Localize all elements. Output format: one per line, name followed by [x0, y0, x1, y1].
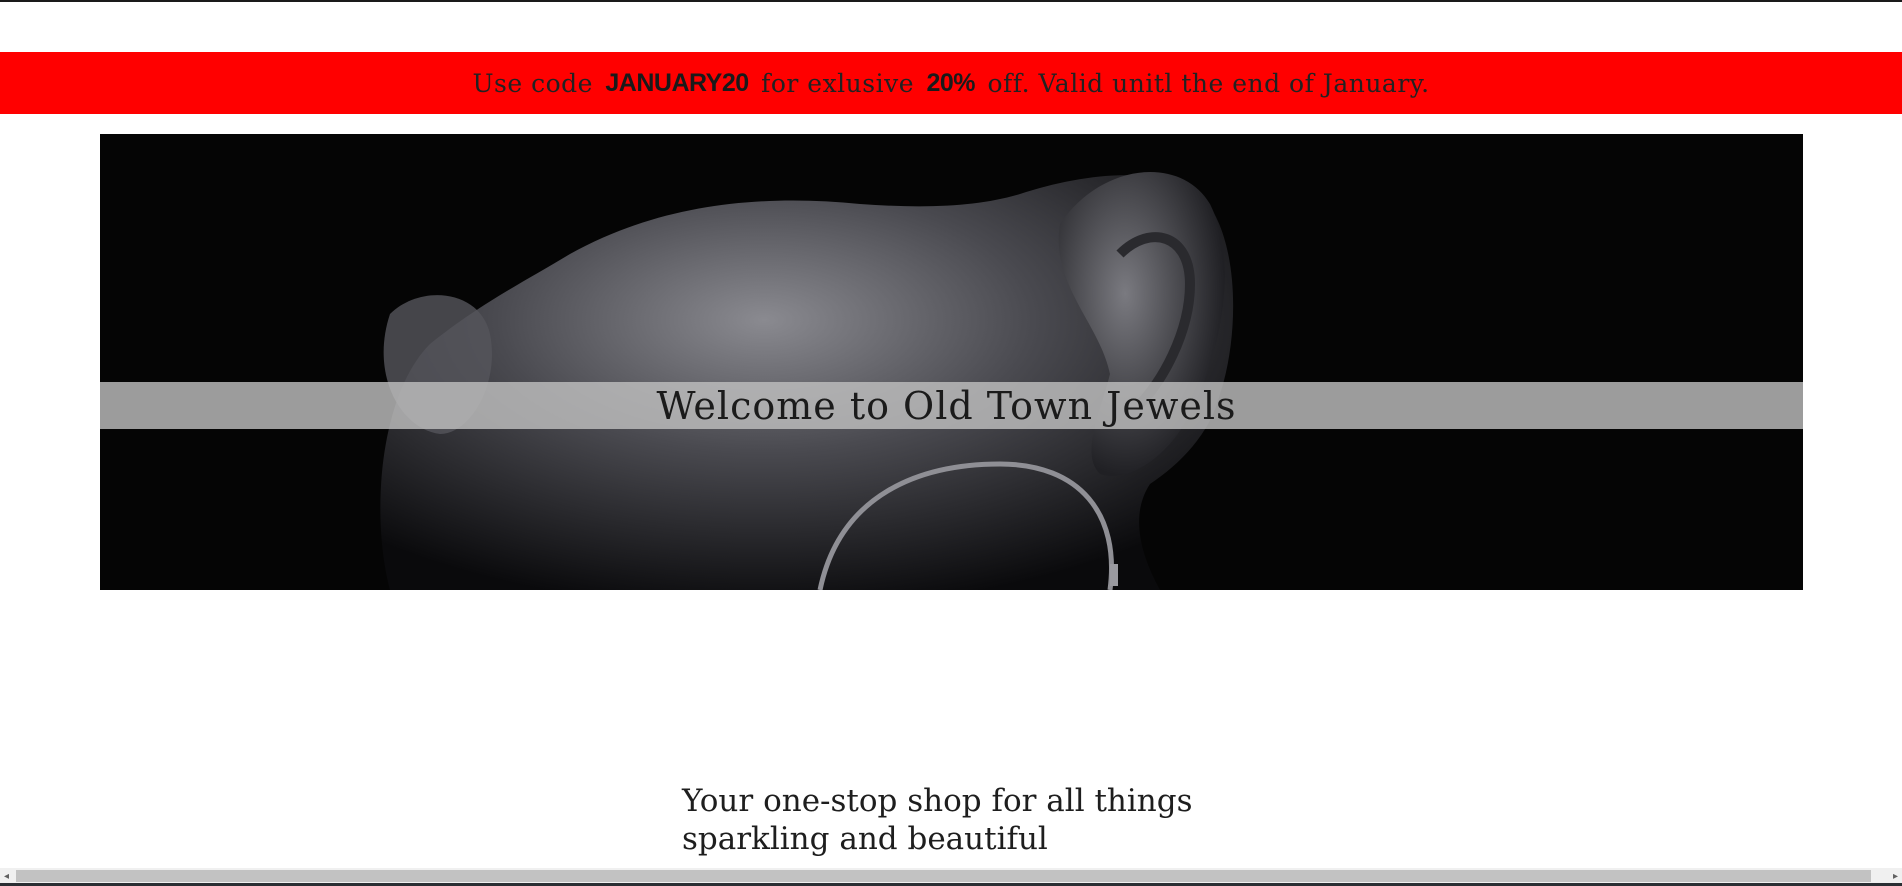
scrollbar-thumb[interactable] [16, 870, 1871, 882]
promo-text-2: for exlusive [761, 68, 915, 98]
promo-discount: 20% [926, 68, 976, 97]
hero-banner: Welcome to Old Town Jewels [100, 134, 1803, 590]
promo-text-3: off. Valid unitl the end of January. [987, 68, 1430, 98]
promo-banner: Use code JANUARY20 for exlusive 20% off.… [0, 52, 1902, 114]
top-border [0, 0, 1902, 2]
tagline-line-1: Your one-stop shop for all things [682, 783, 1193, 819]
tagline: Your one-stop shop for all things sparkl… [682, 782, 1202, 858]
scroll-right-icon[interactable]: ▸ [1893, 871, 1898, 882]
scroll-left-icon[interactable]: ◂ [4, 871, 9, 882]
promo-text-1: Use code [472, 68, 593, 98]
hero-title: Welcome to Old Town Jewels [656, 383, 1237, 428]
tagline-line-2: sparkling and beautiful [682, 821, 1048, 857]
promo-code: JANUARY20 [605, 68, 749, 97]
hero-image [100, 134, 1803, 590]
hero-title-band: Welcome to Old Town Jewels [100, 382, 1803, 429]
